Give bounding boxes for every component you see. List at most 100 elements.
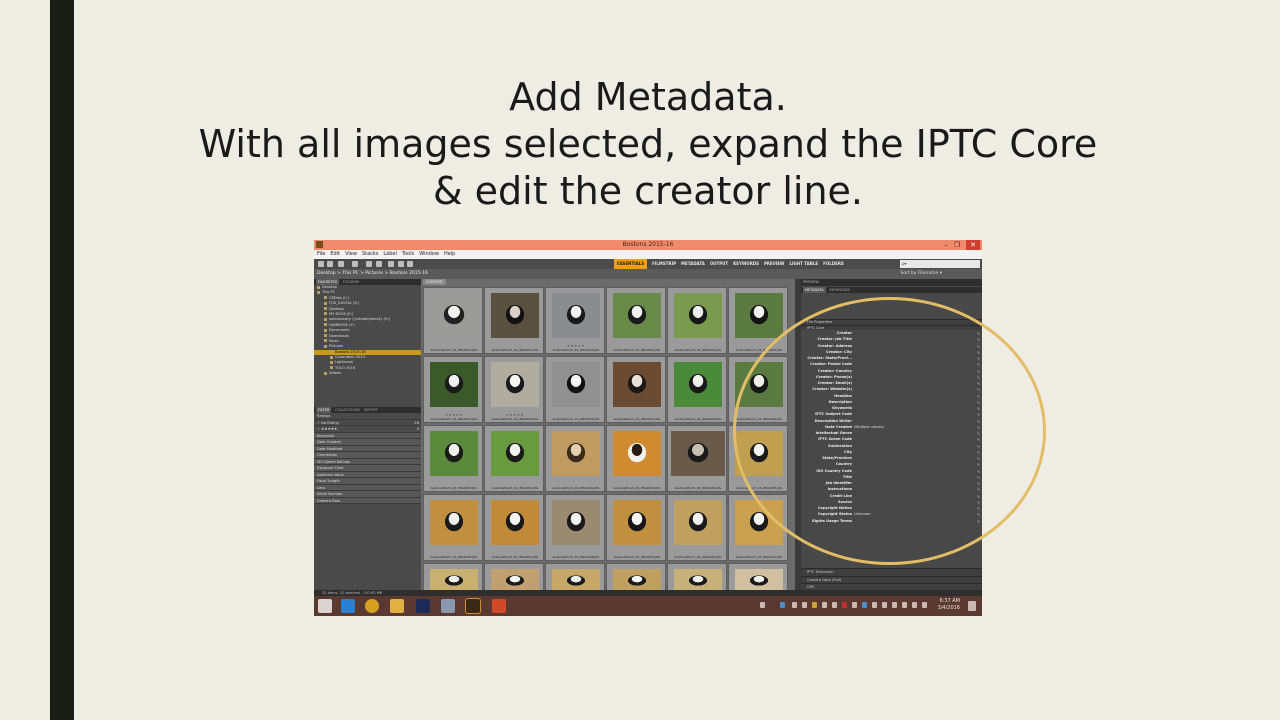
tray-volume-icon[interactable] [912, 602, 917, 608]
thumbnail[interactable] [545, 563, 605, 593]
workspace-output[interactable]: OUTPUT [710, 259, 728, 269]
menu-stacks[interactable]: Stacks [362, 250, 378, 259]
filter-label: Orientation [317, 453, 338, 457]
tray-bluetooth-icon[interactable] [780, 602, 785, 608]
thumbnail[interactable]: bostonsPhar5_16_IMG0028.JPG [667, 356, 727, 423]
minimize-button[interactable]: – [944, 240, 948, 250]
thumbnail[interactable] [606, 563, 666, 593]
thumbnail[interactable]: bostonsPhar5_16_IMG0033.JPG [606, 425, 666, 492]
open-camera-raw-icon[interactable] [388, 261, 394, 267]
tab-keywords[interactable]: KEYWORDS [830, 287, 850, 293]
thumbnail[interactable]: bostonsPhar5_16_IMG0037.JPG [484, 494, 544, 561]
thumbnail[interactable]: bostonsPhar5_16_IMG0034.JPG [667, 425, 727, 492]
menu-window[interactable]: Window [419, 250, 439, 259]
tab-metadata[interactable]: METADATA [803, 287, 826, 293]
thumbnail[interactable]: bostonsPhar5_16_IMG0029.JPG [728, 356, 788, 423]
refine-icon[interactable] [376, 261, 382, 267]
thumbnail[interactable]: bostonsPhar5_16_IMG0022.JPG [667, 287, 727, 354]
thumbnail[interactable]: bostonsPhar5_16_IMG0021.JPG [606, 287, 666, 354]
menu-tools[interactable]: Tools [402, 250, 414, 259]
tray-keyboard-icon[interactable] [760, 602, 765, 608]
sort-dropdown[interactable]: Sort by Filename ▾ [900, 269, 942, 279]
chrome-icon[interactable] [365, 599, 379, 613]
thumbnail[interactable] [484, 563, 544, 593]
tray-app-icon[interactable] [832, 602, 837, 608]
tray-app-icon[interactable] [862, 602, 867, 608]
favorite-item[interactable]: Videos [314, 371, 421, 376]
thumbnail[interactable]: bostonsPhar5_16_IMG0027.JPG [606, 356, 666, 423]
menu-view[interactable]: View [345, 250, 357, 259]
breadcrumb[interactable]: Desktop > This PC > Pictures > Bostons 2… [317, 269, 428, 279]
thumbnail[interactable]: ★★★★★ bostonsPhar5_16_IMG0025.JPG [484, 356, 544, 423]
tray-app-icon[interactable] [882, 602, 887, 608]
search-input[interactable]: ρ▾ [900, 260, 980, 268]
taskbar-clock[interactable]: 6:37 AM 3/4/2016 [938, 598, 960, 612]
iptc-field-row[interactable]: Rights Usage Terms ✎ [801, 518, 982, 524]
section-iptc-extension[interactable]: IPTC Extension [801, 568, 982, 576]
photo-dog [674, 500, 722, 545]
thumbnail[interactable]: bostonsPhar5_16_IMG0011.JPG [484, 287, 544, 354]
thumbnail[interactable]: bostonsPhar5_16_IMG0035.JPG [728, 425, 788, 492]
recent-icon[interactable] [338, 261, 344, 267]
filter-row[interactable]: Camera Raw [314, 497, 421, 504]
tray-app-icon[interactable] [902, 602, 907, 608]
boomerang-icon[interactable] [352, 261, 358, 267]
powerpoint-icon[interactable] [492, 599, 506, 613]
internet-explorer-icon[interactable] [341, 599, 355, 613]
thumbnail[interactable]: ★★★★★ bostonsPhar5_16_IMG0016.JPG [545, 287, 605, 354]
maximize-button[interactable]: ❐ [954, 240, 960, 250]
workspace-keywords[interactable]: KEYWORDS [733, 259, 759, 269]
thumbnail[interactable]: bostonsPhar5_16_IMG0039.JPG [606, 494, 666, 561]
workspace-metadata[interactable]: METADATA [681, 259, 705, 269]
forward-icon[interactable] [327, 261, 333, 267]
thumbnail[interactable] [423, 563, 483, 593]
thumbnail[interactable]: bostonsPhar5_16_IMG0030.JPG [423, 425, 483, 492]
tray-app-icon[interactable] [892, 602, 897, 608]
thumbnail[interactable]: bostonsPhar5_16_IMG0041.JPG [728, 494, 788, 561]
tray-app-icon[interactable] [822, 602, 827, 608]
rotate-left-icon[interactable] [398, 261, 404, 267]
close-button[interactable]: ✕ [966, 240, 980, 250]
tray-app-icon[interactable] [802, 602, 807, 608]
tray-app-icon[interactable] [842, 602, 847, 608]
tray-app-icon[interactable] [872, 602, 877, 608]
menu-edit[interactable]: Edit [330, 250, 340, 259]
rotate-right-icon[interactable] [407, 261, 413, 267]
camera-icon[interactable] [366, 261, 372, 267]
tray-app-icon[interactable] [812, 602, 817, 608]
back-icon[interactable] [318, 261, 324, 267]
thumbnail[interactable]: bostonsPhar5_16_IMG0032.JPG [545, 425, 605, 492]
favorite-label: Music [329, 338, 340, 343]
thumbnail[interactable]: bostonsPhar5_16_IMG0036.JPG [423, 494, 483, 561]
file-explorer-icon[interactable] [390, 599, 404, 613]
section-camera-data[interactable]: Camera Data (Exif) [801, 575, 982, 583]
action-center-icon[interactable] [968, 601, 976, 611]
thumbnail[interactable]: bostonsPhar5_16_IMG0031.JPG [484, 425, 544, 492]
tray-network-icon[interactable] [922, 602, 927, 608]
thumbnail[interactable]: bostonsPhar5_16_IMG0026.JPG [545, 356, 605, 423]
network-app-icon[interactable] [441, 599, 455, 613]
thumbnail[interactable]: bostonsPhar5_16_IMG0038.JPG [545, 494, 605, 561]
thumbnail[interactable]: bostonsPhar5_16_IMG0023.JPG [728, 287, 788, 354]
menu-help[interactable]: Help [444, 250, 455, 259]
tab-preview[interactable]: PREVIEW [803, 279, 819, 286]
workspace-filmstrip[interactable]: FILMSTRIP [652, 259, 676, 269]
workspace-preview[interactable]: PREVIEW [764, 259, 784, 269]
windows-start-icon[interactable] [318, 599, 332, 613]
thumbnail[interactable]: ★★★★★ bostonsPhar5_16_IMG0024.JPG [423, 356, 483, 423]
thumbnail[interactable]: bostonsPhar5_16_IMG0010.JPG [423, 287, 483, 354]
thumbnail[interactable]: bostonsPhar5_16_IMG0040.JPG [667, 494, 727, 561]
workspace-folders[interactable]: FOLDERS [823, 259, 844, 269]
favorite-label: Desktop [329, 306, 344, 311]
menu-file[interactable]: File [317, 250, 325, 259]
tray-app-icon[interactable] [852, 602, 857, 608]
edit-pencil-icon[interactable]: ✎ [977, 519, 980, 525]
thumbnail[interactable] [667, 563, 727, 593]
menu-label[interactable]: Label [383, 250, 397, 259]
thumbnail[interactable] [728, 563, 788, 593]
photoshop-icon[interactable] [416, 599, 430, 613]
workspace-essentials[interactable]: ESSENTIALS [614, 259, 648, 269]
bridge-icon[interactable] [465, 598, 481, 614]
workspace-light-table[interactable]: LIGHT TABLE [789, 259, 818, 269]
tray-app-icon[interactable] [792, 602, 797, 608]
